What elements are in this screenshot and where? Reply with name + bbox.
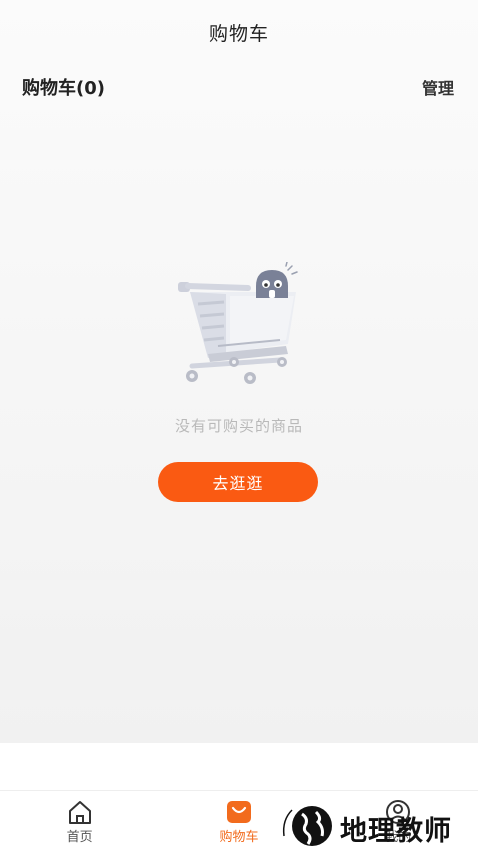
empty-cart-illustration [178,262,298,384]
page-title: 购物车 [208,22,269,45]
empty-cart-message: 没有可购买的商品 [174,417,303,435]
globe-logo-icon [282,806,332,846]
manage-button[interactable]: 管理 [422,75,454,99]
title-bar: 购物车 [0,0,478,64]
watermark: 地理教师 [278,800,478,850]
tab-home-label: 首页 [66,830,93,845]
shopping-bag-icon [226,801,251,823]
cart-page: 购物车 购物车(0) 管理 没有可购买的商品 去逛逛 [0,0,478,743]
cart-count-label: 购物车(0) [22,78,105,99]
watermark-text: 地理教师 [340,816,452,847]
tab-home[interactable]: 首页 [25,791,135,851]
home-icon [68,801,91,824]
cart-header: 购物车(0) 管理 [0,70,478,104]
tab-cart-label: 购物车 [219,830,259,845]
go-shopping-button[interactable]: 去逛逛 [158,462,318,502]
